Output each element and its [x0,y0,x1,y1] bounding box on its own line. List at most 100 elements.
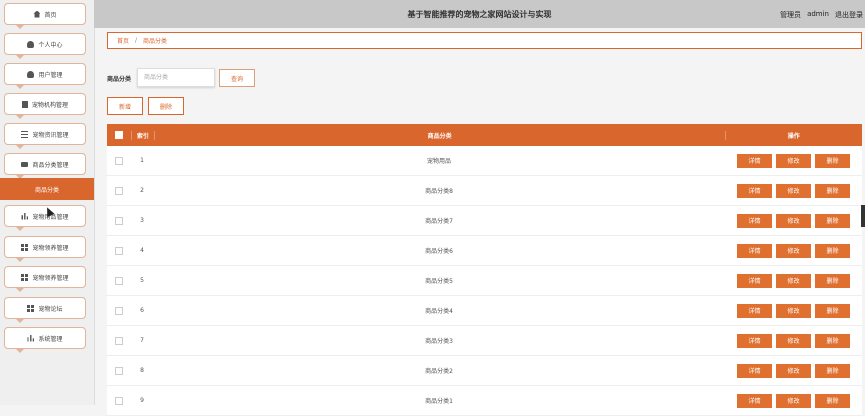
detail-button[interactable]: 详情 [737,363,772,378]
row-check-cell [107,306,131,315]
row-delete-button[interactable]: 删除 [815,363,850,378]
edit-button[interactable]: 修改 [776,333,811,348]
row-checkbox[interactable] [115,306,123,315]
row-name: 商品分类8 [425,188,453,195]
row-check-cell [107,216,131,225]
sidebar-item-pet-info[interactable]: 宠物领养管理 [4,236,86,262]
sidebar-item-label: 首页 [44,11,57,19]
row-index: 3 [140,217,144,224]
row-name: 商品分类3 [425,338,453,345]
add-button[interactable]: 新增 [107,97,143,115]
sidebar-item-pet-news[interactable]: 宠物资讯管理 [4,123,86,149]
row-name: 商品分类1 [425,398,453,405]
detail-button[interactable]: 详情 [737,183,772,198]
row-index: 6 [140,307,144,314]
screen-icon [21,161,29,167]
row-name: 商品分类4 [425,308,453,315]
detail-button[interactable]: 详情 [737,393,772,408]
detail-button[interactable]: 详情 [737,153,772,168]
row-delete-button[interactable]: 删除 [815,153,850,168]
row-checkbox[interactable] [115,246,123,255]
edit-button[interactable]: 修改 [776,183,811,198]
detail-button[interactable]: 详情 [737,273,772,288]
detail-button[interactable]: 详情 [737,333,772,348]
bar-chart-icon [21,212,29,220]
row-checkbox[interactable] [115,396,123,405]
sidebar-subitem-label: 商品分类 [34,186,59,194]
row-name: 商品分类7 [425,218,453,225]
scrollbar[interactable] [861,205,865,227]
sidebar-item-users[interactable]: 用户管理 [4,63,86,89]
edit-button[interactable]: 修改 [776,243,811,258]
row-checkbox[interactable] [115,156,123,165]
row-ops: 详情 修改 删除 [725,393,862,408]
breadcrumb-separator: / [135,37,138,44]
row-index: 4 [140,247,144,254]
row-checkbox[interactable] [115,366,123,375]
category-table: 索引 商品分类 操作 1 宠物用品 详情 修改 删除 2 商品分类8 详情 修改 删除 3 商品分类7… [107,124,862,416]
row-name: 商品分类6 [425,248,453,255]
sidebar-item-pet-org[interactable]: 宠物机构管理 [4,93,86,119]
row-delete-button[interactable]: 删除 [815,213,850,228]
sidebar-item-forum[interactable]: 宠物论坛 [4,297,86,323]
row-delete-button[interactable]: 删除 [815,273,850,288]
edit-button[interactable]: 修改 [776,363,811,378]
delete-button[interactable]: 删除 [148,97,184,115]
row-check-cell [107,246,131,255]
search-input[interactable] [137,68,215,87]
edit-button[interactable]: 修改 [776,273,811,288]
grid-icon [27,304,35,312]
edit-button[interactable]: 修改 [776,393,811,408]
row-checkbox[interactable] [115,186,123,195]
breadcrumb-home[interactable]: 首页 [117,36,129,45]
row-ops: 详情 修改 删除 [725,273,862,288]
home-icon [33,10,41,18]
query-button[interactable]: 查询 [219,69,255,87]
table-row: 6 商品分类4 详情 修改 删除 [107,296,862,326]
sidebar-item-home[interactable]: 首页 [4,3,86,29]
detail-button[interactable]: 详情 [737,243,772,258]
select-all-checkbox[interactable] [114,131,123,139]
sliders-icon [21,130,29,138]
edit-button[interactable]: 修改 [776,303,811,318]
row-delete-button[interactable]: 删除 [815,303,850,318]
table-row: 2 商品分类8 详情 修改 删除 [107,176,862,206]
edit-button[interactable]: 修改 [776,153,811,168]
row-index: 1 [140,157,144,164]
row-delete-button[interactable]: 删除 [815,243,850,258]
edit-button[interactable]: 修改 [776,213,811,228]
sidebar-subitem-category[interactable]: 商品分类 [0,178,94,200]
row-checkbox[interactable] [115,276,123,285]
breadcrumb: 首页 / 商品分类 [107,32,862,49]
detail-button[interactable]: 详情 [737,213,772,228]
search-label: 商品分类 [107,76,132,83]
sidebar-item-system[interactable]: 系统管理 [4,327,86,353]
logout-link[interactable]: 退出登录 [835,10,863,20]
row-checkbox[interactable] [115,216,123,225]
row-check-cell [107,396,131,405]
table-header: 索引 商品分类 操作 [107,124,862,146]
row-ops: 详情 修改 删除 [725,303,862,318]
user-icon [27,70,35,78]
header-index: 索引 [130,130,154,140]
sidebar-item-profile[interactable]: 个人中心 [4,33,86,59]
row-delete-button[interactable]: 删除 [815,333,850,348]
sidebar-item-label: 宠物资讯管理 [32,131,69,139]
row-delete-button[interactable]: 删除 [815,393,850,408]
sidebar: 首页 个人中心 用户管理 宠物机构管理 宠物资讯管理 商品分类管理 商品分类 宠… [0,0,95,405]
sidebar-item-label: 宠物领养管理 [32,274,69,282]
row-name: 宠物用品 [426,158,451,165]
row-index: 8 [140,367,144,374]
row-ops: 详情 修改 删除 [725,183,862,198]
row-check-cell [107,156,131,165]
row-delete-button[interactable]: 删除 [815,183,850,198]
detail-button[interactable]: 详情 [737,303,772,318]
sidebar-item-category-mgmt[interactable]: 商品分类管理 [4,153,86,179]
sidebar-item-pet-adopt[interactable]: 宠物领养管理 [4,266,86,292]
site-title: 基于智能推荐的宠物之家网站设计与实现 [407,9,552,19]
row-index: 5 [140,277,144,284]
table-row: 8 商品分类2 详情 修改 删除 [107,356,862,386]
table-row: 9 商品分类1 详情 修改 删除 [107,386,862,416]
row-checkbox[interactable] [115,336,123,345]
row-ops: 详情 修改 删除 [725,153,862,168]
